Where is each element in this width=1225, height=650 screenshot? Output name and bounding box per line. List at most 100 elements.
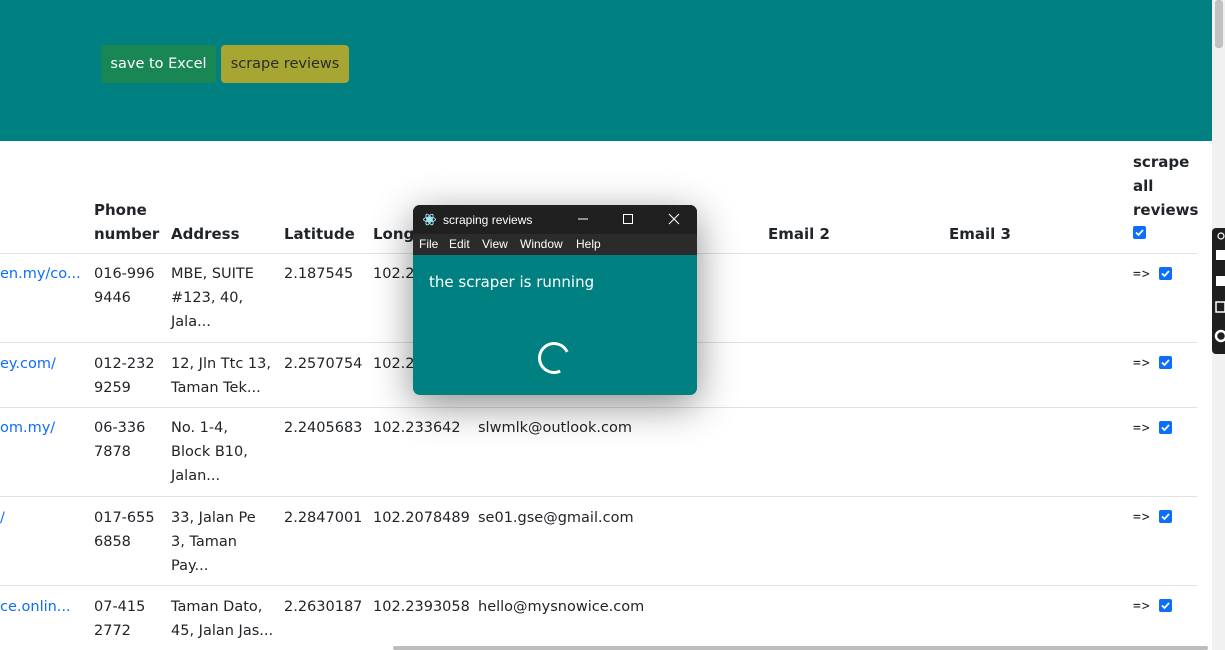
address-line: 12, Jln Ttc 13,	[171, 356, 271, 372]
column-header-scrape-all: scrape all reviews	[1133, 150, 1198, 222]
save-to-excel-button[interactable]: save to Excel	[101, 45, 216, 83]
checkbox-checked-icon	[1161, 424, 1170, 432]
phone-line: 9446	[94, 290, 131, 306]
phone-cell: 017-655 6858	[94, 506, 155, 554]
phone-line: 016-996	[94, 266, 155, 282]
address-cell: MBE, SUITE #123, 40, Jala...	[171, 262, 254, 334]
checkbox-checked-icon	[1161, 359, 1170, 367]
address-line: Block B10,	[171, 444, 248, 460]
phone-line: 2772	[94, 623, 131, 639]
phone-line: 017-655	[94, 510, 155, 526]
electron-app-icon	[423, 213, 436, 226]
website-link[interactable]: ce.onlin...	[0, 595, 71, 619]
phone-cell: 07-415 2772	[94, 595, 145, 643]
address-line: MBE, SUITE	[171, 266, 254, 282]
phone-line: 9259	[94, 380, 131, 396]
address-line: 33, Jalan Pe	[171, 510, 256, 526]
checkbox-checked-icon	[1161, 513, 1170, 521]
phone-line: 7878	[94, 444, 131, 460]
row-scrape-checkbox[interactable]	[1159, 421, 1172, 434]
checkbox-checked-icon	[1161, 602, 1170, 610]
address-line: No. 1-4,	[171, 420, 228, 436]
header-line: scrape	[1133, 153, 1190, 171]
phone-line: 06-336	[94, 420, 146, 436]
row-divider	[0, 585, 1197, 586]
latitude-cell: 2.2570754	[284, 356, 363, 372]
address-cell: 12, Jln Ttc 13, Taman Tek...	[171, 352, 271, 400]
column-header-email-2: Email 2	[768, 225, 830, 243]
longitude-cell: 102.2078489	[373, 510, 470, 526]
address-cell: 33, Jalan Pe 3, Taman Pay...	[171, 506, 256, 578]
header-line: number	[94, 225, 160, 243]
row-divider	[0, 407, 1197, 408]
row-arrow: =>	[1133, 599, 1151, 614]
website-link[interactable]: en.my/co...	[0, 262, 81, 286]
header-line: all	[1133, 177, 1154, 195]
address-line: Jalan...	[171, 468, 221, 484]
scrape-reviews-button[interactable]: scrape reviews	[221, 45, 349, 83]
email-cell: hello@mysnowice.com	[478, 599, 645, 615]
column-header-email-3: Email 3	[949, 225, 1011, 243]
checkbox-checked-icon	[1161, 270, 1170, 278]
address-cell: No. 1-4, Block B10, Jalan...	[171, 416, 248, 488]
close-icon[interactable]	[668, 213, 680, 225]
website-link[interactable]: om.my/	[0, 416, 55, 440]
phone-line: 07-415	[94, 599, 146, 615]
scrape-all-checkbox[interactable]	[1133, 226, 1146, 239]
email-cell: se01.gse@gmail.com	[478, 510, 634, 526]
row-scrape-checkbox[interactable]	[1159, 356, 1172, 369]
window-menubar: File Edit View Window Help	[413, 234, 697, 255]
menu-help[interactable]: Help	[576, 237, 601, 251]
checkbox-checked-icon	[1135, 229, 1144, 237]
website-link[interactable]: /	[0, 506, 5, 530]
row-scrape-checkbox[interactable]	[1159, 599, 1172, 612]
row-arrow: =>	[1133, 267, 1151, 282]
column-header-address: Address	[171, 225, 240, 243]
menu-view[interactable]: View	[482, 237, 508, 251]
header-line: Phone	[94, 201, 147, 219]
window-titlebar[interactable]: scraping reviews	[413, 205, 697, 234]
loading-spinner-icon	[533, 337, 575, 379]
row-arrow: =>	[1133, 421, 1151, 436]
address-line: Taman Dato,	[171, 599, 263, 615]
maximize-icon[interactable]	[622, 213, 634, 225]
latitude-cell: 2.2847001	[284, 510, 363, 526]
phone-line: 012-232	[94, 356, 155, 372]
menu-window[interactable]: Window	[520, 237, 563, 251]
row-arrow: =>	[1133, 510, 1151, 525]
minimize-icon[interactable]	[577, 213, 589, 225]
vertical-scrollbar-thumb[interactable]	[1215, 0, 1223, 48]
row-scrape-checkbox[interactable]	[1159, 267, 1172, 280]
phone-cell: 016-996 9446	[94, 262, 155, 310]
column-header-phone: Phone number	[94, 198, 159, 246]
scraping-reviews-window[interactable]: scraping reviews File Edit View Window H…	[413, 205, 697, 395]
address-line: Pay...	[171, 558, 209, 574]
window-title: scraping reviews	[443, 213, 533, 227]
horizontal-scrollbar[interactable]	[393, 646, 1208, 650]
longitude-cell: 102.2393058	[373, 599, 470, 615]
side-toolbar[interactable]	[1212, 228, 1225, 354]
status-message: the scraper is running	[429, 273, 595, 291]
website-link[interactable]: ey.com/	[0, 352, 56, 376]
address-cell: Taman Dato, 45, Jalan Jas...	[171, 595, 273, 643]
latitude-cell: 2.187545	[284, 266, 354, 282]
phone-line: 6858	[94, 534, 131, 550]
latitude-cell: 2.2405683	[284, 420, 363, 436]
menu-edit[interactable]: Edit	[449, 237, 470, 251]
side-toolbar-icons	[1214, 232, 1225, 343]
header-line: reviews	[1133, 201, 1199, 219]
phone-cell: 06-336 7878	[94, 416, 145, 464]
address-line: #123, 40,	[171, 290, 244, 306]
column-header-latitude: Latitude	[284, 225, 355, 243]
email-cell: slwmlk@outlook.com	[478, 420, 632, 436]
menu-file[interactable]: File	[419, 237, 438, 251]
row-divider	[0, 496, 1197, 497]
address-line: 3, Taman	[171, 534, 237, 550]
row-arrow: =>	[1133, 356, 1151, 371]
latitude-cell: 2.2630187	[284, 599, 363, 615]
address-line: 45, Jalan Jas...	[171, 623, 274, 639]
longitude-cell: 102.233642	[373, 420, 461, 436]
row-scrape-checkbox[interactable]	[1159, 510, 1172, 523]
phone-cell: 012-232 9259	[94, 352, 155, 400]
address-line: Taman Tek...	[171, 380, 261, 396]
